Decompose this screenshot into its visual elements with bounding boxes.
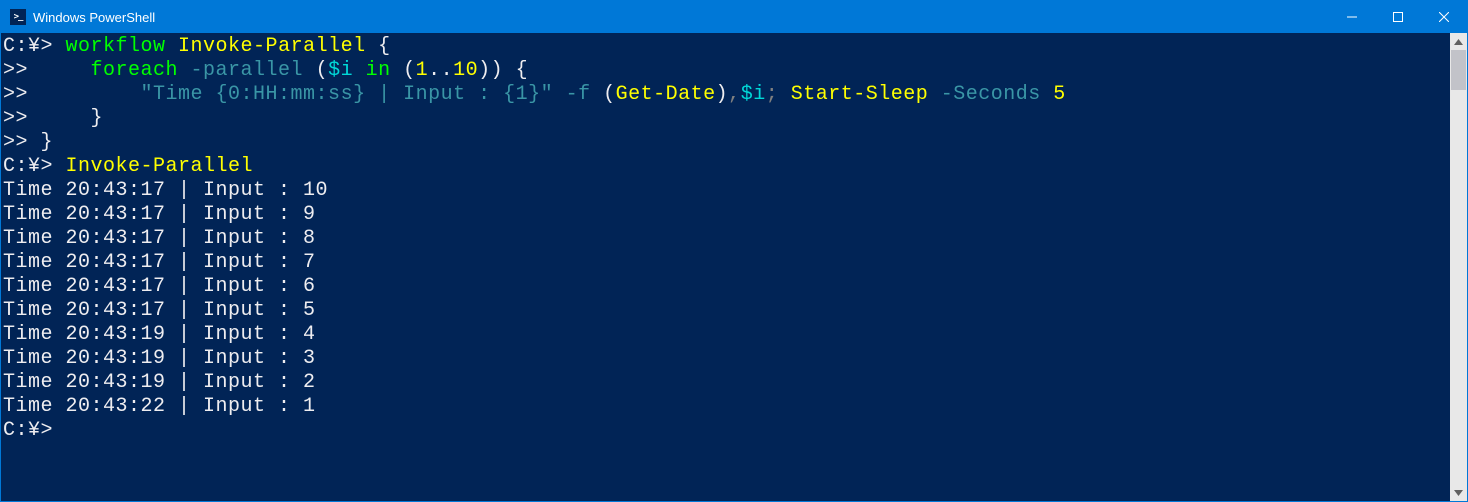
terminal-line: Time 20:43:19 | Input : 4 — [3, 323, 1448, 347]
token: -f — [566, 83, 604, 106]
token: C:¥> — [3, 35, 66, 58]
terminal-line: Time 20:43:22 | Input : 1 — [3, 395, 1448, 419]
token: >> — [3, 83, 141, 106]
token: ; — [766, 83, 791, 106]
token: Time 20:43:17 | Input : 10 — [3, 179, 328, 202]
token: Time 20:43:19 | Input : 4 — [3, 323, 316, 346]
token: ) — [716, 83, 729, 106]
token: in — [366, 59, 404, 82]
terminal-line: Time 20:43:17 | Input : 6 — [3, 275, 1448, 299]
close-icon — [1439, 12, 1449, 22]
token: workflow — [66, 35, 179, 58]
token: 1 — [416, 59, 429, 82]
token: 10 — [453, 59, 478, 82]
token: -Seconds — [941, 83, 1054, 106]
token: Invoke-Parallel — [178, 35, 378, 58]
chevron-up-icon — [1454, 39, 1463, 45]
token: $i — [328, 59, 366, 82]
terminal-line: >> } — [3, 107, 1448, 131]
maximize-button[interactable] — [1375, 1, 1421, 33]
token: )) { — [478, 59, 528, 82]
scroll-track[interactable] — [1450, 50, 1467, 484]
token: $i — [741, 83, 766, 106]
terminal-line: Time 20:43:17 | Input : 5 — [3, 299, 1448, 323]
token: ( — [603, 83, 616, 106]
chevron-down-icon — [1454, 490, 1463, 496]
token: "Time {0:HH:mm:ss} | Input : {1}" — [141, 83, 566, 106]
minimize-icon — [1347, 12, 1357, 22]
token: .. — [428, 59, 453, 82]
minimize-button[interactable] — [1329, 1, 1375, 33]
terminal-line: >> } — [3, 131, 1448, 155]
terminal-line: Time 20:43:17 | Input : 8 — [3, 227, 1448, 251]
window-title: Windows PowerShell — [33, 10, 155, 25]
token: Time 20:43:17 | Input : 7 — [3, 251, 316, 274]
token: Time 20:43:22 | Input : 1 — [3, 395, 316, 418]
scroll-down-button[interactable] — [1450, 484, 1467, 501]
token: Time 20:43:17 | Input : 6 — [3, 275, 316, 298]
token: >> } — [3, 107, 103, 130]
token: Invoke-Parallel — [66, 155, 254, 178]
terminal-line: Time 20:43:19 | Input : 3 — [3, 347, 1448, 371]
terminal-line: >> "Time {0:HH:mm:ss} | Input : {1}" -f … — [3, 83, 1448, 107]
scroll-up-button[interactable] — [1450, 33, 1467, 50]
token: C:¥> — [3, 419, 53, 442]
titlebar[interactable]: >_ Windows PowerShell — [1, 1, 1467, 33]
powershell-window: >_ Windows PowerShell C:¥> workflow Invo… — [0, 0, 1468, 502]
token: >> } — [3, 131, 53, 154]
terminal-line: Time 20:43:17 | Input : 10 — [3, 179, 1448, 203]
terminal-line: >> foreach -parallel ($i in (1..10)) { — [3, 59, 1448, 83]
close-button[interactable] — [1421, 1, 1467, 33]
terminal-output[interactable]: C:¥> workflow Invoke-Parallel {>> foreac… — [1, 33, 1450, 501]
terminal-line: C:¥> — [3, 419, 1448, 443]
token: ( — [403, 59, 416, 82]
token: 5 — [1053, 83, 1066, 106]
token: Time 20:43:17 | Input : 9 — [3, 203, 316, 226]
token: , — [728, 83, 741, 106]
terminal-line: Time 20:43:17 | Input : 7 — [3, 251, 1448, 275]
vertical-scrollbar[interactable] — [1450, 33, 1467, 501]
token: foreach — [91, 59, 191, 82]
terminal-line: C:¥> Invoke-Parallel — [3, 155, 1448, 179]
token: Time 20:43:19 | Input : 2 — [3, 371, 316, 394]
token: { — [378, 35, 391, 58]
maximize-icon — [1393, 12, 1403, 22]
scroll-thumb[interactable] — [1451, 50, 1466, 90]
window-controls — [1329, 1, 1467, 33]
token: C:¥> — [3, 155, 66, 178]
powershell-icon: >_ — [9, 8, 27, 26]
terminal-line: C:¥> workflow Invoke-Parallel { — [3, 35, 1448, 59]
terminal-line: Time 20:43:19 | Input : 2 — [3, 371, 1448, 395]
token: -parallel — [191, 59, 316, 82]
terminal-line: Time 20:43:17 | Input : 9 — [3, 203, 1448, 227]
client-area: C:¥> workflow Invoke-Parallel {>> foreac… — [1, 33, 1467, 501]
token: Time 20:43:17 | Input : 5 — [3, 299, 316, 322]
token: Time 20:43:19 | Input : 3 — [3, 347, 316, 370]
token: ( — [316, 59, 329, 82]
token: Time 20:43:17 | Input : 8 — [3, 227, 316, 250]
token: Start-Sleep — [791, 83, 941, 106]
token: >> — [3, 59, 91, 82]
token: Get-Date — [616, 83, 716, 106]
